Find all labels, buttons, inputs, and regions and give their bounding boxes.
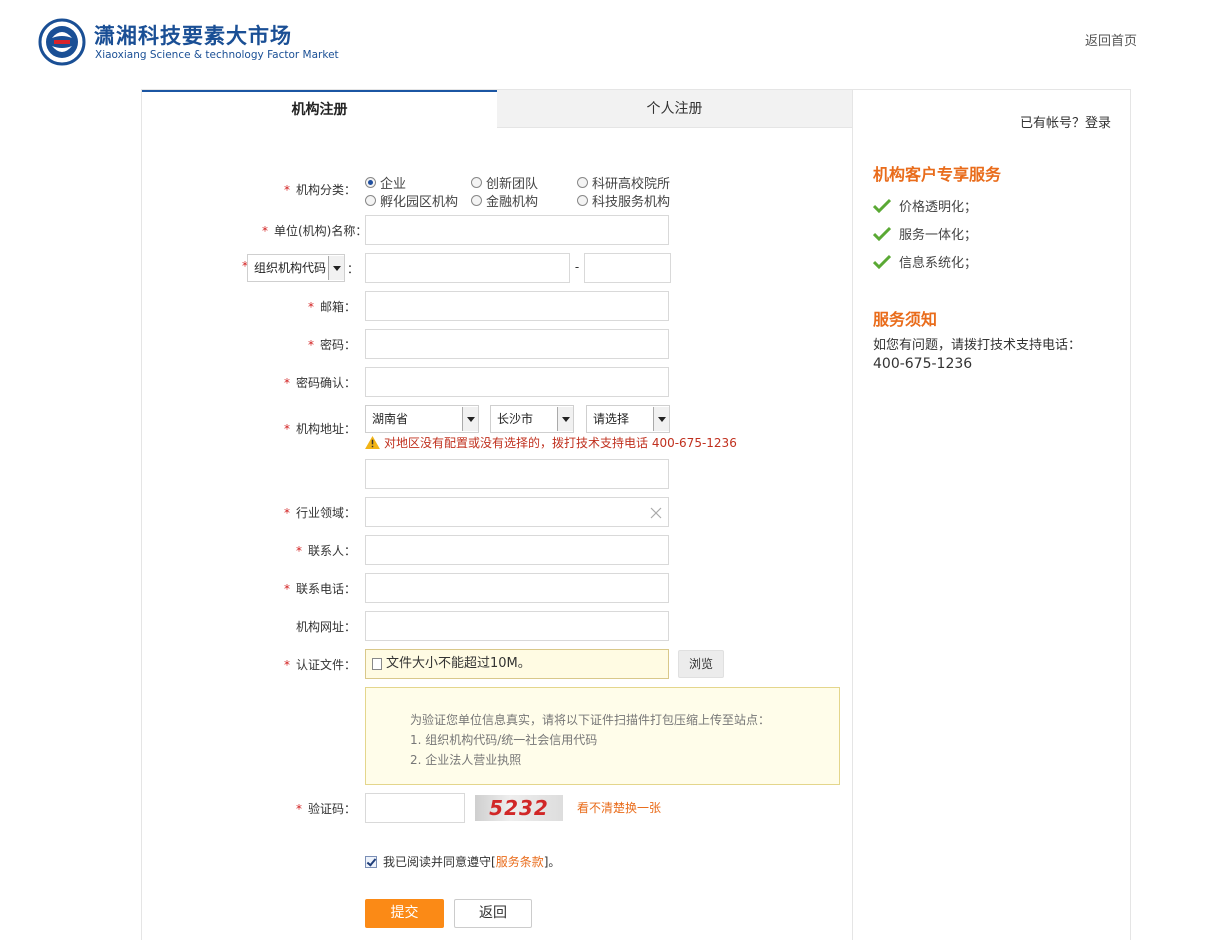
unit-name-label: * 单位(机构)名称： [262, 224, 368, 238]
check-icon [873, 254, 891, 269]
registration-form-area: 机构注册 个人注册 * 机构分类： 企业 创新团队 科研高校院所 孵化园区机构 金… [142, 90, 853, 940]
notice-title: 服务须知 [873, 310, 938, 329]
warning-icon [365, 436, 380, 449]
phone-label: * 联系电话： [283, 582, 356, 596]
agree-checkbox[interactable] [365, 855, 377, 868]
province-select[interactable]: 湖南省 [365, 405, 479, 433]
site-logo[interactable]: 潇湘科技要素大市场 Xiaoxiang Science & technology… [38, 18, 339, 68]
required-mark: * [283, 183, 290, 197]
login-link[interactable]: 已有帐号？登录 [1020, 112, 1111, 131]
password-confirm-label: * 密码确认： [283, 376, 356, 390]
org-code-colon: ： [347, 262, 360, 276]
email-input[interactable] [365, 291, 669, 321]
agree-terms: 我已阅读并同意遵守[服务条款]。 [365, 853, 560, 870]
browse-button[interactable]: 浏览 [678, 650, 724, 678]
password-confirm-input[interactable] [365, 367, 669, 397]
radio-checked-icon [365, 177, 376, 188]
industry-input[interactable] [365, 497, 669, 527]
cert-file-input[interactable]: 文件大小不能超过10M。 [365, 649, 669, 679]
radio-icon [577, 195, 588, 206]
registration-tabs: 机构注册 个人注册 [142, 90, 853, 128]
logo-chinese-name: 潇湘科技要素大市场 [94, 24, 292, 48]
notice-line: 1. 组织机构代码/统一社会信用代码 [410, 733, 598, 747]
notice-line: 为验证您单位信息真实，请将以下证件扫描件打包压缩上传至站点： [410, 713, 771, 727]
org-code-input-check[interactable] [584, 253, 671, 283]
org-code-separator: - [574, 260, 580, 274]
radio-icon [471, 195, 482, 206]
org-code-type-select[interactable]: 组织机构代码 [247, 254, 345, 282]
industry-label: * 行业领域： [283, 506, 356, 520]
chevron-down-icon [653, 407, 669, 431]
clear-icon[interactable] [650, 507, 662, 519]
category-radio-tech-service[interactable]: 科技服务机构 [577, 191, 670, 210]
chevron-down-icon [328, 256, 344, 280]
chevron-down-icon [462, 407, 478, 431]
website-input[interactable] [365, 611, 669, 641]
password-input[interactable] [365, 329, 669, 359]
tab-org-registration[interactable]: 机构注册 [142, 90, 497, 128]
cert-file-label: * 认证文件： [283, 658, 356, 672]
category-radio-finance[interactable]: 金融机构 [471, 191, 538, 210]
category-radio-innovation-team[interactable]: 创新团队 [471, 173, 538, 192]
contact-label: * 联系人： [295, 544, 356, 558]
tab-personal-registration[interactable]: 个人注册 [497, 90, 852, 128]
email-label: * 邮箱： [307, 300, 356, 314]
back-button[interactable]: 返回 [454, 899, 532, 928]
service-item: 信息系统化； [873, 252, 977, 271]
back-home-link[interactable]: 返回首页 [1085, 30, 1137, 49]
notice-line: 2. 企业法人营业执照 [410, 753, 522, 767]
support-phone: 400-675-1236 [873, 356, 973, 372]
file-icon [372, 658, 382, 670]
unit-name-input[interactable] [365, 215, 669, 245]
logo-icon [38, 18, 86, 66]
captcha-label: * 验证码： [295, 802, 356, 816]
address-detail-input[interactable] [365, 459, 669, 489]
service-title: 机构客户专享服务 [873, 165, 1002, 184]
address-label: * 机构地址： [283, 422, 356, 436]
category-radio-research-institute[interactable]: 科研高校院所 [577, 173, 670, 192]
captcha-input[interactable] [365, 793, 465, 823]
category-label: * 机构分类： [283, 183, 356, 197]
submit-button[interactable]: 提交 [365, 899, 444, 928]
terms-link[interactable]: 服务条款 [496, 853, 544, 870]
captcha-image[interactable]: 5232 [475, 795, 563, 821]
cert-notice: 为验证您单位信息真实，请将以下证件扫描件打包压缩上传至站点： 1. 组织机构代码… [365, 687, 840, 785]
chevron-down-icon [557, 407, 573, 431]
org-code-required: * [242, 259, 248, 273]
website-label: 机构网址： [295, 620, 356, 634]
category-radio-enterprise[interactable]: 企业 [365, 173, 406, 192]
category-radio-incubator[interactable]: 孵化园区机构 [365, 191, 458, 210]
captcha-refresh-link[interactable]: 看不清楚换一张 [577, 799, 661, 816]
city-select[interactable]: 长沙市 [490, 405, 574, 433]
service-item: 服务一体化； [873, 224, 977, 243]
contact-input[interactable] [365, 535, 669, 565]
registration-panel: 机构注册 个人注册 * 机构分类： 企业 创新团队 科研高校院所 孵化园区机构 金… [141, 89, 1131, 940]
info-sidebar: 已有帐号？登录 机构客户专享服务 价格透明化； 服务一体化； 信息系统化； 服务… [853, 90, 1131, 940]
radio-icon [471, 177, 482, 188]
notice-text: 如您有问题，请拨打技术支持电话： [873, 338, 1082, 353]
phone-input[interactable] [365, 573, 669, 603]
radio-icon [577, 177, 588, 188]
check-icon [873, 226, 891, 241]
logo-english-name: Xiaoxiang Science & technology Factor Ma… [95, 49, 339, 61]
org-code-input-main[interactable] [365, 253, 570, 283]
address-warning: 对地区没有配置或没有选择的，拨打技术支持电话 400-675-1236 [365, 434, 737, 451]
password-label: * 密码： [307, 338, 356, 352]
check-icon [873, 198, 891, 213]
district-select[interactable]: 请选择 [586, 405, 670, 433]
radio-icon [365, 195, 376, 206]
service-item: 价格透明化； [873, 196, 977, 215]
